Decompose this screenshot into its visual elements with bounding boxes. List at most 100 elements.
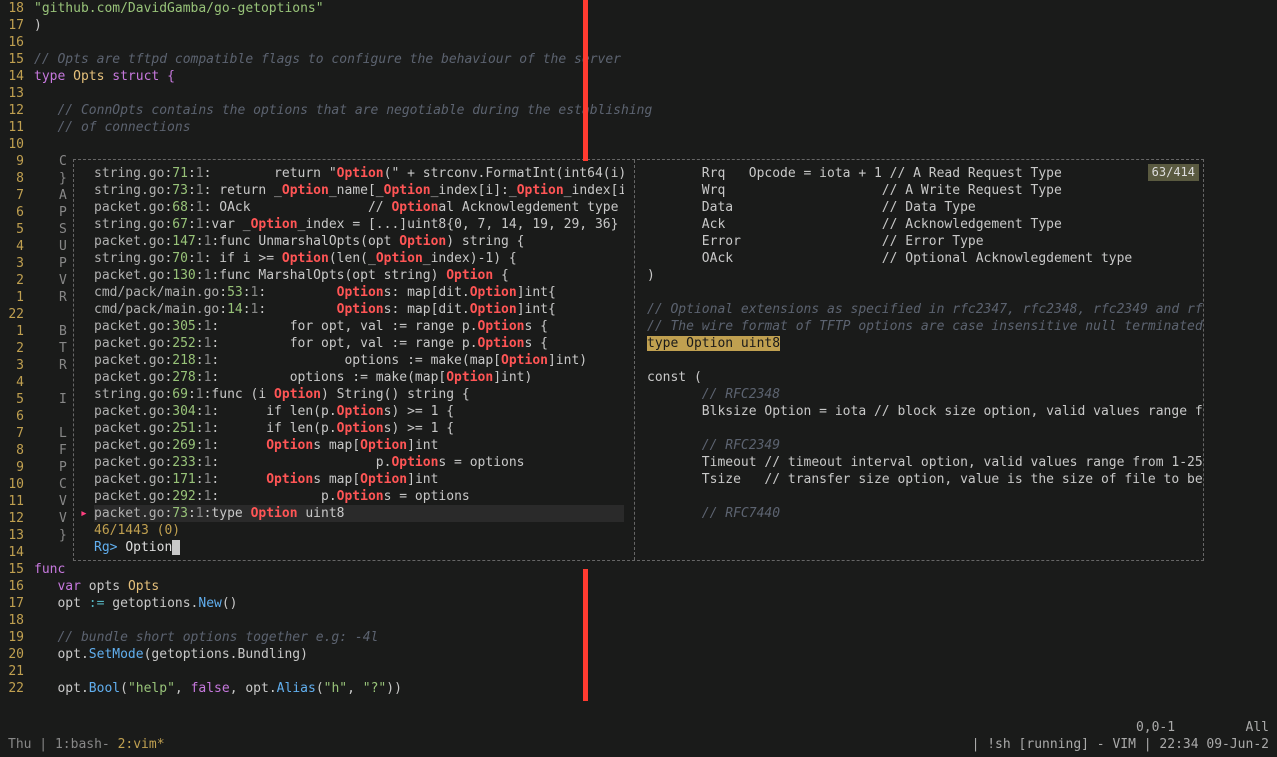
line-number: 1 xyxy=(0,323,24,340)
side-char: A xyxy=(59,187,73,204)
fzf-result-row[interactable]: string.go:71:1: return "Option(" + strco… xyxy=(94,165,624,182)
fzf-result-row[interactable]: packet.go:278:1: options := make(map[Opt… xyxy=(94,369,624,386)
fzf-result-row[interactable]: packet.go:218:1: options := make(map[Opt… xyxy=(94,352,624,369)
fzf-result-row[interactable]: packet.go:68:1: OAck // Optional Acknowl… xyxy=(94,199,624,216)
line-number: 18 xyxy=(0,0,24,17)
preview-line xyxy=(647,420,1203,437)
fzf-preview-pane[interactable]: 63/414 Rrq Opcode = iota + 1 // A Read R… xyxy=(634,160,1203,560)
line-number: 5 xyxy=(0,391,24,408)
line-number: 2 xyxy=(0,340,24,357)
code-line: "github.com/DavidGamba/go-getoptions" xyxy=(34,1,324,16)
line-number: 16 xyxy=(0,578,24,595)
line-number: 17 xyxy=(0,17,24,34)
fzf-results-pane[interactable]: string.go:71:1: return "Option(" + strco… xyxy=(74,160,634,560)
line-number: 7 xyxy=(0,187,24,204)
line-number: 20 xyxy=(0,646,24,663)
line-number: 9 xyxy=(0,459,24,476)
line-number: 12 xyxy=(0,510,24,527)
code-line xyxy=(34,663,1277,680)
fzf-cursor xyxy=(172,540,180,555)
line-number: 19 xyxy=(0,629,24,646)
preview-line: // RFC2348 xyxy=(647,386,1203,403)
code-keyword: func xyxy=(34,562,65,577)
code-line: var opts Opts xyxy=(34,578,1277,595)
fzf-result-row[interactable]: ▸packet.go:73:1:type Option uint8 xyxy=(94,505,624,522)
side-char: C xyxy=(59,153,73,170)
fzf-prompt-row[interactable]: Rg> Option xyxy=(94,539,624,556)
fzf-result-row[interactable]: packet.go:147:1:func UnmarshalOpts(opt O… xyxy=(94,233,624,250)
line-number: 18 xyxy=(0,612,24,629)
fzf-prompt: Rg> xyxy=(94,540,117,555)
line-number: 10 xyxy=(0,476,24,493)
fzf-result-row[interactable]: string.go:67:1:var _Option_index = [...]… xyxy=(94,216,624,233)
side-char: F xyxy=(59,442,73,459)
code-comment: // Opts are tftpd compatible flags to co… xyxy=(34,52,621,67)
fzf-result-row[interactable]: packet.go:251:1: if len(p.Options) >= 1 … xyxy=(94,420,624,437)
line-number: 8 xyxy=(0,442,24,459)
line-number-gutter: 1817161514131211109876543212212345678910… xyxy=(0,0,30,697)
code-line: opt.SetMode(getoptions.Bundling) xyxy=(34,646,1277,663)
line-number: 13 xyxy=(0,85,24,102)
code-keyword: struct { xyxy=(112,69,175,84)
line-number: 6 xyxy=(0,408,24,425)
code-type: Opts xyxy=(73,69,112,84)
line-number: 15 xyxy=(0,51,24,68)
fzf-result-row[interactable]: packet.go:252:1: for opt, val := range p… xyxy=(94,335,624,352)
fzf-result-row[interactable]: cmd/pack/main.go:14:1: Options: map[dit.… xyxy=(94,301,624,318)
fzf-result-row[interactable]: packet.go:305:1: for opt, val := range p… xyxy=(94,318,624,335)
preview-line xyxy=(647,488,1203,505)
line-number: 3 xyxy=(0,357,24,374)
preview-line: // Optional extensions as specified in r… xyxy=(647,301,1203,318)
editor-root: 1817161514131211109876543212212345678910… xyxy=(0,0,1277,757)
fzf-result-row[interactable]: packet.go:130:1:func MarshalOpts(opt str… xyxy=(94,267,624,284)
line-number: 8 xyxy=(0,170,24,187)
line-number: 12 xyxy=(0,102,24,119)
line-number: 11 xyxy=(0,493,24,510)
line-number: 2 xyxy=(0,272,24,289)
fzf-result-row[interactable]: string.go:73:1: return _Option_name[_Opt… xyxy=(94,182,624,199)
preview-counter: 63/414 xyxy=(1148,164,1199,181)
vim-status-right: | !sh [running] - VIM | 22:34 09-Jun-2 xyxy=(972,736,1269,753)
line-number: 10 xyxy=(0,136,24,153)
fzf-result-row[interactable]: cmd/pack/main.go:53:1: Options: map[dit.… xyxy=(94,284,624,301)
fzf-result-row[interactable]: packet.go:233:1: p.Options = options xyxy=(94,454,624,471)
preview-line: const ( xyxy=(647,369,1203,386)
code-line: opt.Bool("help", false, opt.Alias("h", "… xyxy=(34,680,1277,697)
fzf-result-row[interactable]: packet.go:269:1: Options map[Option]int xyxy=(94,437,624,454)
fzf-result-row[interactable]: packet.go:292:1: p.Options = options xyxy=(94,488,624,505)
side-char: T xyxy=(59,340,73,357)
fzf-result-row[interactable]: string.go:69:1:func (i Option) String() … xyxy=(94,386,624,403)
side-char: R xyxy=(59,289,73,306)
preview-line: OAck // Optional Acknowlegdement type xyxy=(647,250,1203,267)
fzf-result-row[interactable]: string.go:70:1: if i >= Option(len(_Opti… xyxy=(94,250,624,267)
line-number: 11 xyxy=(0,119,24,136)
preview-line: Wrq // A Write Request Type xyxy=(647,182,1203,199)
fzf-status: 46/1443 (0) xyxy=(94,522,624,539)
code-line: ) xyxy=(34,17,1277,34)
fzf-result-row[interactable]: packet.go:171:1: Options map[Option]int xyxy=(94,471,624,488)
code-line xyxy=(34,34,1277,51)
side-char xyxy=(59,544,73,561)
line-number: 1 xyxy=(0,289,24,306)
line-number: 5 xyxy=(0,221,24,238)
preview-line: Tsize // transfer size option, value is … xyxy=(647,471,1203,488)
fzf-query[interactable]: Option xyxy=(125,540,172,555)
side-char: } xyxy=(59,527,73,544)
side-char: P xyxy=(59,204,73,221)
line-number: 21 xyxy=(0,663,24,680)
side-char: L xyxy=(59,425,73,442)
fzf-result-row[interactable]: packet.go:304:1: if len(p.Options) >= 1 … xyxy=(94,403,624,420)
tmux-status-left: Thu | 1:bash- 2:vim* xyxy=(8,736,165,753)
code-line xyxy=(34,85,1277,102)
tmux-window-inactive[interactable]: Thu | 1:bash- xyxy=(8,737,118,752)
tmux-window-active[interactable]: 2:vim* xyxy=(118,737,165,752)
side-char-column: C}APSUPVRBTRILFPCVV} xyxy=(59,153,73,561)
code-comment: // bundle short options together e.g: -4… xyxy=(34,630,378,645)
preview-line: Data // Data Type xyxy=(647,199,1203,216)
preview-line: Error // Error Type xyxy=(647,233,1203,250)
code-comment: // of connections xyxy=(34,120,191,135)
side-char xyxy=(59,306,73,323)
preview-line: Timeout // timeout interval option, vali… xyxy=(647,454,1203,471)
preview-line: // The wire format of TFTP options are c… xyxy=(647,318,1203,335)
side-char: } xyxy=(59,170,73,187)
